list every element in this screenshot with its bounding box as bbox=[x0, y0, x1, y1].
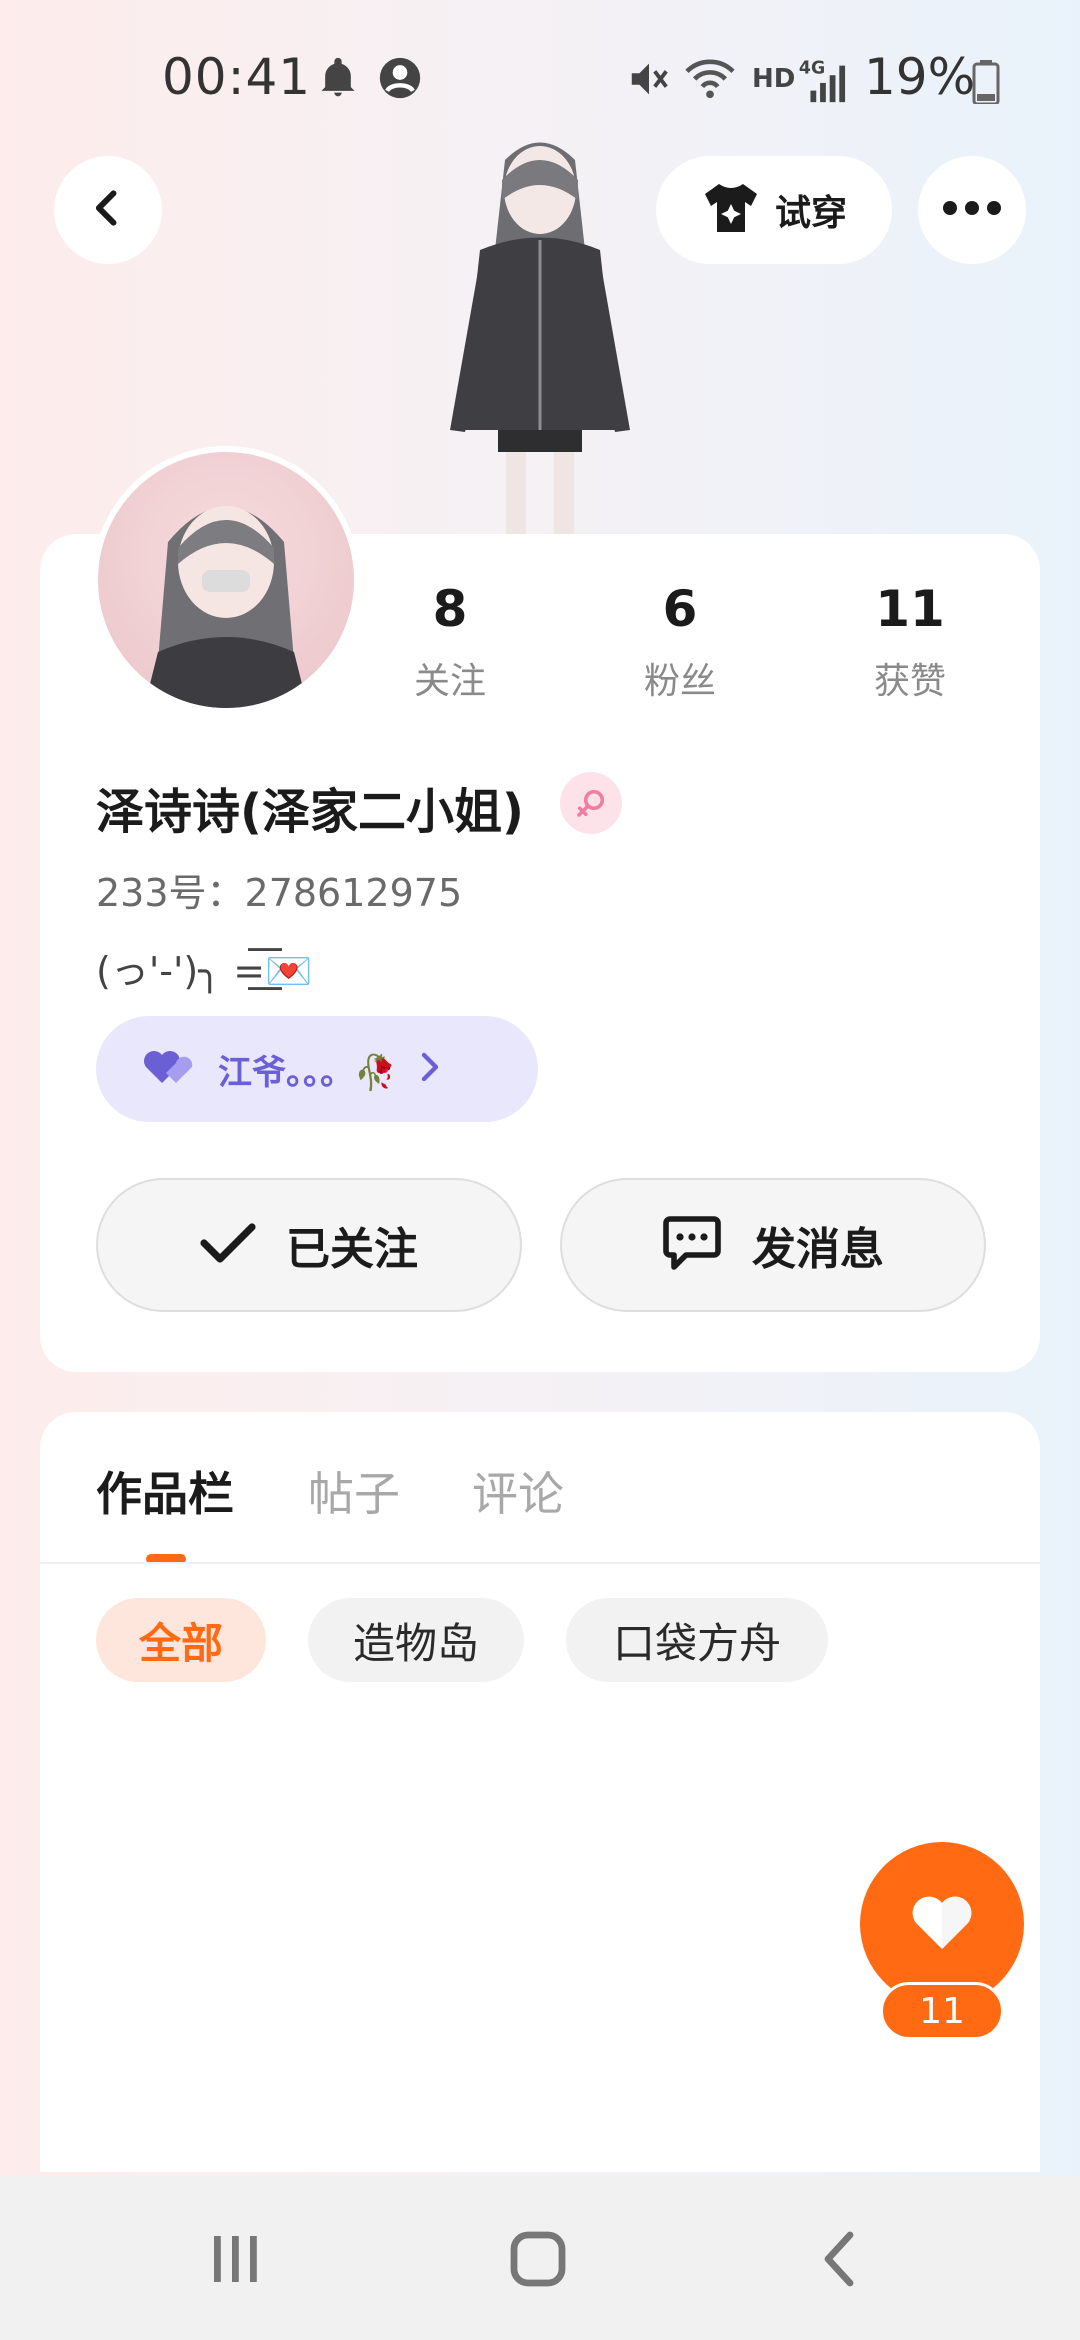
bond-tag[interactable]: 江爷。。。🥀 bbox=[96, 1016, 538, 1122]
character-illustration bbox=[410, 130, 670, 540]
try-on-label: 试穿 bbox=[774, 193, 847, 234]
following-count: 8 bbox=[432, 580, 468, 638]
battery-icon bbox=[972, 60, 1000, 108]
bond-name: 江爷。。。🥀 bbox=[218, 1052, 397, 1093]
home-button[interactable] bbox=[488, 2214, 588, 2304]
followers-count: 6 bbox=[662, 580, 698, 638]
svg-text:4G: 4G bbox=[799, 58, 825, 78]
battery-percent: 19% bbox=[864, 48, 976, 106]
back-nav-button[interactable] bbox=[790, 2214, 890, 2304]
likes-label: 获赞 bbox=[873, 661, 946, 702]
avatar[interactable] bbox=[92, 446, 360, 714]
like-count: 11 bbox=[880, 1982, 1004, 2040]
chevron-left-icon bbox=[86, 186, 130, 234]
double-heart-icon bbox=[142, 1047, 198, 1091]
more-horizontal-icon bbox=[940, 198, 1004, 222]
likes-count: 11 bbox=[875, 580, 945, 638]
stat-following[interactable]: 8 关注 bbox=[350, 580, 550, 704]
follow-button[interactable]: 已关注 bbox=[96, 1178, 522, 1312]
check-icon bbox=[200, 1221, 256, 1269]
message-button[interactable]: 发消息 bbox=[560, 1178, 986, 1312]
chip-pocket-ark[interactable]: 口袋方舟 bbox=[566, 1598, 828, 1682]
back-button[interactable] bbox=[54, 156, 162, 264]
heart-icon bbox=[910, 1893, 974, 1955]
tshirt-icon bbox=[701, 180, 761, 240]
stat-followers[interactable]: 6 粉丝 bbox=[580, 580, 780, 704]
tab-divider bbox=[40, 1562, 1040, 1564]
chip-creation-island[interactable]: 造物岛 bbox=[308, 1598, 524, 1682]
chip-all[interactable]: 全部 bbox=[96, 1598, 266, 1682]
wifi-icon bbox=[682, 56, 738, 106]
tab-comments[interactable]: 评论 bbox=[472, 1458, 564, 1524]
follow-label: 已关注 bbox=[286, 1224, 418, 1275]
hd-icon: HD bbox=[752, 64, 796, 94]
stat-likes[interactable]: 11 获赞 bbox=[810, 580, 1010, 704]
account-circle-icon bbox=[378, 56, 422, 104]
mute-icon bbox=[626, 56, 672, 106]
tab-works[interactable]: 作品栏 bbox=[96, 1458, 234, 1524]
4g-signal-icon: 4G bbox=[798, 56, 846, 110]
chevron-right-icon bbox=[416, 1051, 444, 1087]
nickname: 泽诗诗(泽家二小姐) bbox=[96, 784, 524, 840]
signature: (っ'-')╮ =͟͟͞͞💌 bbox=[96, 949, 313, 993]
chat-bubble-icon bbox=[662, 1215, 722, 1275]
status-time: 00:41 bbox=[162, 48, 312, 106]
more-button[interactable] bbox=[918, 156, 1026, 264]
followers-label: 粉丝 bbox=[643, 661, 716, 702]
user-id: 233号：278612975 bbox=[96, 871, 463, 915]
system-nav-bar bbox=[0, 2176, 1080, 2340]
works-card bbox=[40, 1412, 1040, 2172]
tab-posts[interactable]: 帖子 bbox=[308, 1458, 400, 1524]
female-icon bbox=[560, 772, 622, 834]
try-on-button[interactable]: 试穿 bbox=[656, 156, 892, 264]
message-label: 发消息 bbox=[752, 1224, 884, 1275]
bell-icon bbox=[316, 56, 360, 104]
following-label: 关注 bbox=[413, 661, 486, 702]
recent-apps-button[interactable] bbox=[186, 2214, 286, 2304]
